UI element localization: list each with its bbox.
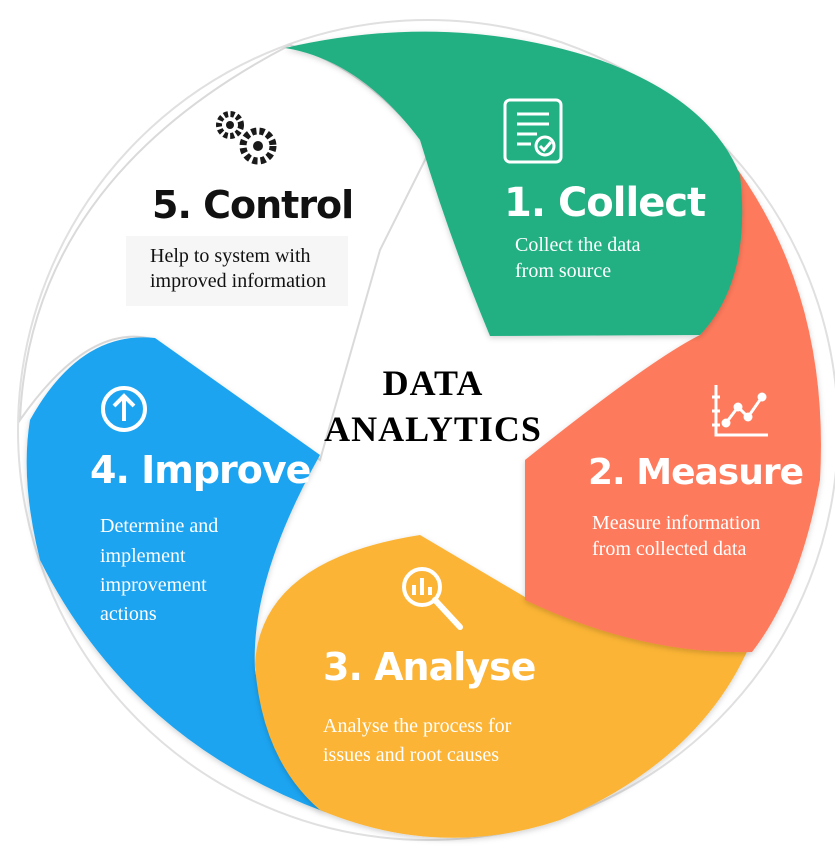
control-description-line1: Help to system with	[150, 245, 311, 267]
measure-description-line1: Measure information	[592, 512, 761, 534]
analyse-title: 3. Analyse	[323, 645, 536, 689]
collect-description-line1: Collect the data	[515, 234, 641, 256]
analyse-description-line1: Analyse the process for	[323, 715, 512, 737]
analyse-description-line2: issues and root causes	[323, 744, 500, 766]
measure-title: 2. Measure	[588, 452, 804, 493]
improve-description-line3: improvement	[100, 574, 207, 596]
center-title-line2: ANALYTICS	[324, 409, 542, 449]
measure-description-line2: from collected data	[592, 538, 747, 560]
control-description-line2: improved information	[150, 270, 327, 292]
improve-title: 4. Improve	[90, 448, 311, 492]
collect-title: 1. Collect	[504, 180, 706, 226]
collect-description-line2: from source	[515, 260, 612, 282]
center-title-line1: DATA	[382, 363, 484, 403]
improve-description-line2: implement	[100, 545, 186, 567]
improve-description-line4: actions	[100, 603, 157, 625]
control-title: 5. Control	[152, 183, 354, 227]
improve-description-line1: Determine and	[100, 515, 219, 537]
data-analytics-diagram: 1. Collect Collect the data from source …	[0, 0, 835, 856]
